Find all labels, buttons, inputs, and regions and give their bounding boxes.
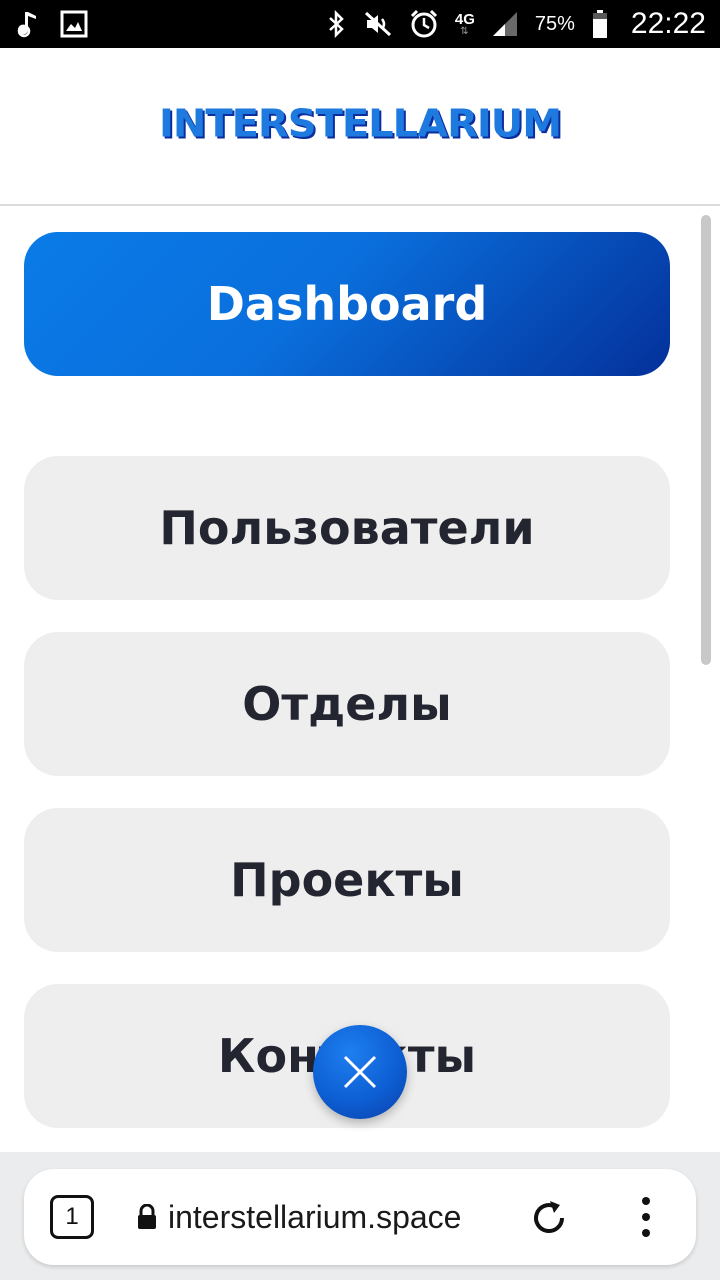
bluetooth-icon bbox=[327, 10, 347, 38]
status-bar-right: 4G ⇅ 75% 22:22 bbox=[327, 7, 706, 41]
scrollbar[interactable] bbox=[701, 215, 711, 665]
nav-button-projects[interactable]: Проекты bbox=[24, 808, 670, 952]
site-header: INTERSTELLARIUM bbox=[0, 48, 720, 206]
image-icon bbox=[60, 10, 88, 38]
mute-icon bbox=[363, 10, 393, 38]
reload-icon[interactable] bbox=[528, 1197, 570, 1243]
alarm-icon bbox=[409, 9, 439, 39]
data-arrows-icon: ⇅ bbox=[460, 25, 470, 37]
network-indicator: 4G ⇅ bbox=[455, 12, 475, 37]
network-label: 4G bbox=[454, 10, 475, 28]
browser-toolbar: 1 interstellarium.space bbox=[0, 1152, 720, 1280]
nav-menu: Dashboard Пользователи Отделы Проекты Ко… bbox=[0, 207, 720, 1152]
battery-percent: 75% bbox=[534, 12, 575, 35]
music-note-icon bbox=[16, 9, 44, 39]
nav-button-dashboard[interactable]: Dashboard bbox=[24, 232, 670, 376]
site-logo[interactable]: INTERSTELLARIUM bbox=[159, 102, 562, 146]
nav-button-users[interactable]: Пользователи bbox=[24, 456, 670, 600]
address-bar[interactable]: 1 interstellarium.space bbox=[24, 1169, 696, 1265]
close-menu-button[interactable] bbox=[313, 1025, 407, 1119]
status-bar-left bbox=[16, 9, 88, 39]
nav-button-departments[interactable]: Отделы bbox=[24, 632, 670, 776]
status-bar: 4G ⇅ 75% 22:22 bbox=[0, 0, 720, 48]
signal-icon bbox=[491, 10, 519, 38]
more-options-icon[interactable] bbox=[636, 1193, 656, 1245]
url-text[interactable]: interstellarium.space bbox=[168, 1195, 461, 1239]
tab-switcher-button[interactable]: 1 bbox=[50, 1195, 94, 1239]
lock-icon bbox=[136, 1203, 158, 1234]
battery-icon bbox=[591, 9, 609, 39]
clock: 22:22 bbox=[630, 7, 706, 40]
close-icon bbox=[343, 1055, 377, 1089]
